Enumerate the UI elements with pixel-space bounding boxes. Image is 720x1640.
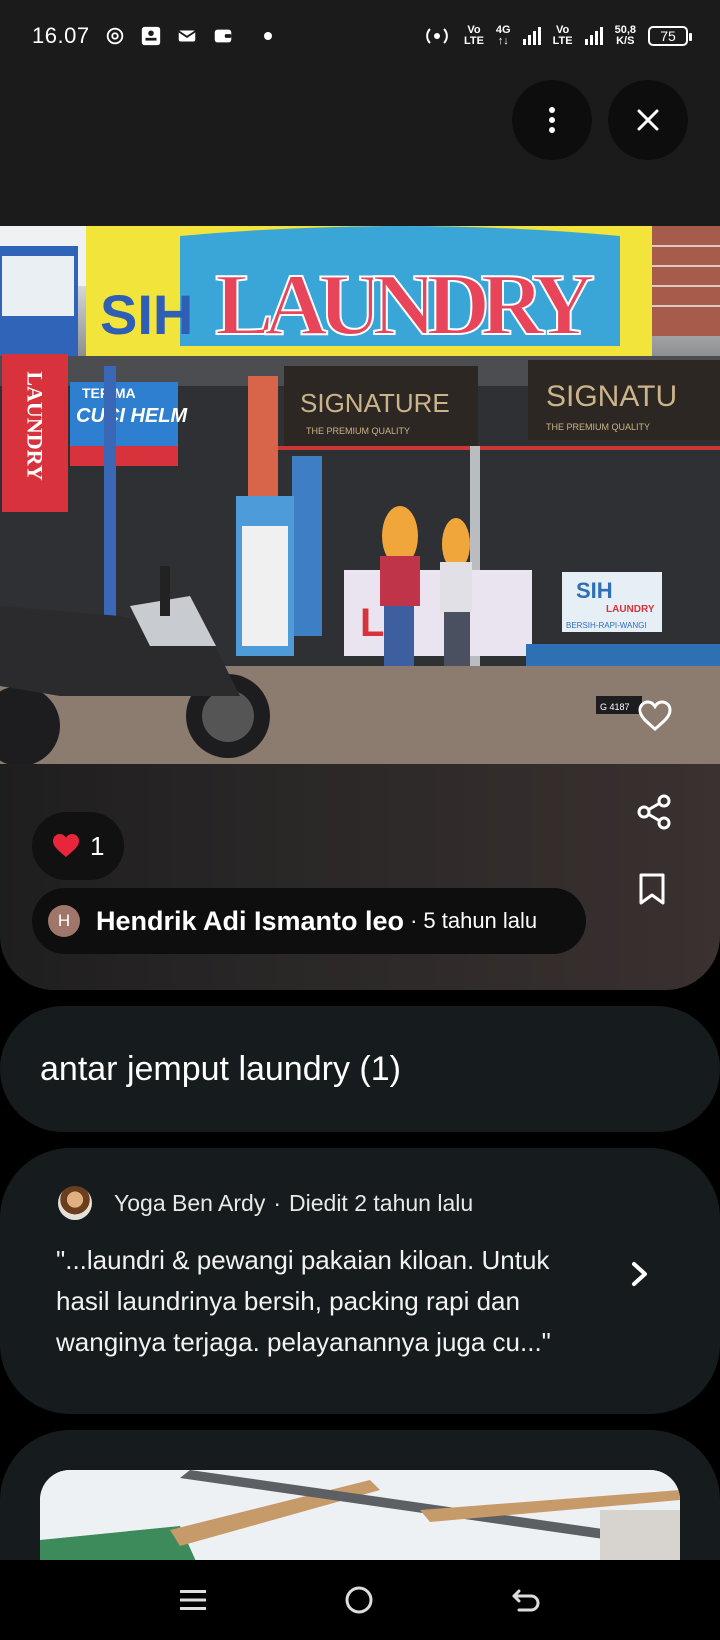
- small-sign-main: LAUNDRY: [606, 604, 655, 615]
- photo-thumbnail-image: [40, 1470, 680, 1570]
- more-options-button[interactable]: [512, 80, 592, 160]
- back-icon[interactable]: [511, 1587, 541, 1613]
- signal-icon: [522, 27, 541, 45]
- review-text: "...laundri & pewangi pakaian kiloan. Un…: [56, 1240, 616, 1363]
- photo-thumbnail[interactable]: [40, 1470, 680, 1570]
- status-time: 16.07: [32, 23, 90, 48]
- heart-outline-icon[interactable]: [638, 700, 672, 732]
- more-vertical-icon: [549, 107, 555, 133]
- status-bar: 16.07 Vo LTE 4G ↑↓ Vo LTE 50,8 K/S 75: [0, 0, 720, 72]
- svg-text:L: L: [360, 601, 384, 645]
- system-nav-bar: [0, 1560, 720, 1640]
- network-label-3: Vo LTE: [552, 24, 573, 47]
- photo-info-card: 1 H Hendrik Adi Ismanto leo · 5 tahun la…: [0, 764, 720, 990]
- plate-number: G 4187: [600, 702, 630, 712]
- heart-emoji-icon: [53, 834, 79, 857]
- review-card[interactable]: Yoga Ben Ardy · Diedit 2 tahun lalu "...…: [0, 1148, 720, 1414]
- signature-banner-1: SIGNATURE: [300, 388, 450, 418]
- small-sign-sub: BERSIH-RAPI-WANGI: [566, 621, 647, 630]
- close-button[interactable]: [608, 80, 688, 160]
- review-text-line: hasil laundrinya bersih, packing rapi da…: [56, 1286, 520, 1316]
- author-chip[interactable]: H Hendrik Adi Ismanto leo · 5 tahun lalu: [32, 888, 586, 954]
- chevron-right-icon: [632, 1262, 647, 1286]
- place-photo[interactable]: SIH LAUNDRY LAUNDRY TERIMA CUCI HELM SIG…: [0, 226, 720, 764]
- next-photo-card[interactable]: [0, 1430, 720, 1570]
- share-button[interactable]: [636, 794, 676, 834]
- speed-indicator: 50,8 K/S: [614, 24, 636, 47]
- signal-icon-2: [584, 27, 603, 45]
- hotspot-icon: [426, 28, 448, 44]
- laundry-storefront-image: SIH LAUNDRY LAUNDRY TERIMA CUCI HELM SIG…: [0, 226, 720, 764]
- review-open-button[interactable]: [630, 1260, 654, 1300]
- home-icon[interactable]: [344, 1585, 374, 1615]
- notification-dot: [263, 32, 272, 40]
- signature-banner-2: SIGNATU: [546, 380, 677, 413]
- chatgpt-icon: [106, 27, 123, 45]
- network-label-2: 4G ↑↓: [495, 24, 511, 47]
- share-icon: [637, 794, 671, 830]
- review-header: Yoga Ben Ardy · Diedit 2 tahun lalu: [58, 1186, 473, 1220]
- close-icon: [637, 109, 659, 131]
- likes-count: 1: [90, 830, 105, 861]
- top-header-area: 16.07 Vo LTE 4G ↑↓ Vo LTE 50,8 K/S 75: [0, 0, 720, 230]
- review-text-line: "...laundri & pewangi pakaian kiloan. Un…: [56, 1245, 550, 1275]
- reviewer-name: Yoga Ben Ardy: [114, 1189, 266, 1216]
- avatar: H: [48, 905, 80, 937]
- signature-banner-2-sub: THE PREMIUM QUALITY: [546, 422, 650, 432]
- banner-prefix: SIH: [100, 283, 193, 346]
- review-time: Diedit 2 tahun lalu: [289, 1189, 474, 1216]
- avatar-initial: H: [57, 911, 71, 930]
- side-sign: LAUNDRY: [23, 371, 48, 480]
- separator-dot: ·: [410, 908, 418, 933]
- bookmark-button[interactable]: [638, 872, 674, 912]
- author-time: 5 tahun lalu: [423, 908, 538, 933]
- small-sign-top: SIH: [576, 578, 613, 603]
- album-title: antar jemput laundry (1): [40, 1049, 401, 1088]
- author-name: Hendrik Adi Ismanto leo: [96, 905, 405, 936]
- promo-sign-line2: CUCI HELM: [76, 405, 188, 427]
- bookmark-icon: [639, 873, 665, 905]
- signature-banner-1-sub: THE PREMIUM QUALITY: [306, 426, 410, 436]
- network-label-1: Vo LTE: [463, 24, 484, 47]
- likes-button[interactable]: 1: [32, 812, 125, 880]
- menu-icon[interactable]: [179, 1588, 207, 1612]
- album-title-card[interactable]: antar jemput laundry (1): [0, 1006, 720, 1132]
- banner-main: LAUNDRY: [215, 257, 595, 354]
- mail-icon: [177, 30, 196, 42]
- separator-dot: ·: [273, 1189, 282, 1216]
- review-text-line: wanginya terjaga. pelayanannya juga cu..…: [56, 1327, 551, 1357]
- reviewer-avatar: [58, 1186, 92, 1220]
- battery-level: 75: [660, 28, 676, 44]
- battery-icon: 75: [648, 26, 692, 46]
- tiket-icon: [141, 26, 160, 46]
- wallet-icon: [214, 29, 231, 43]
